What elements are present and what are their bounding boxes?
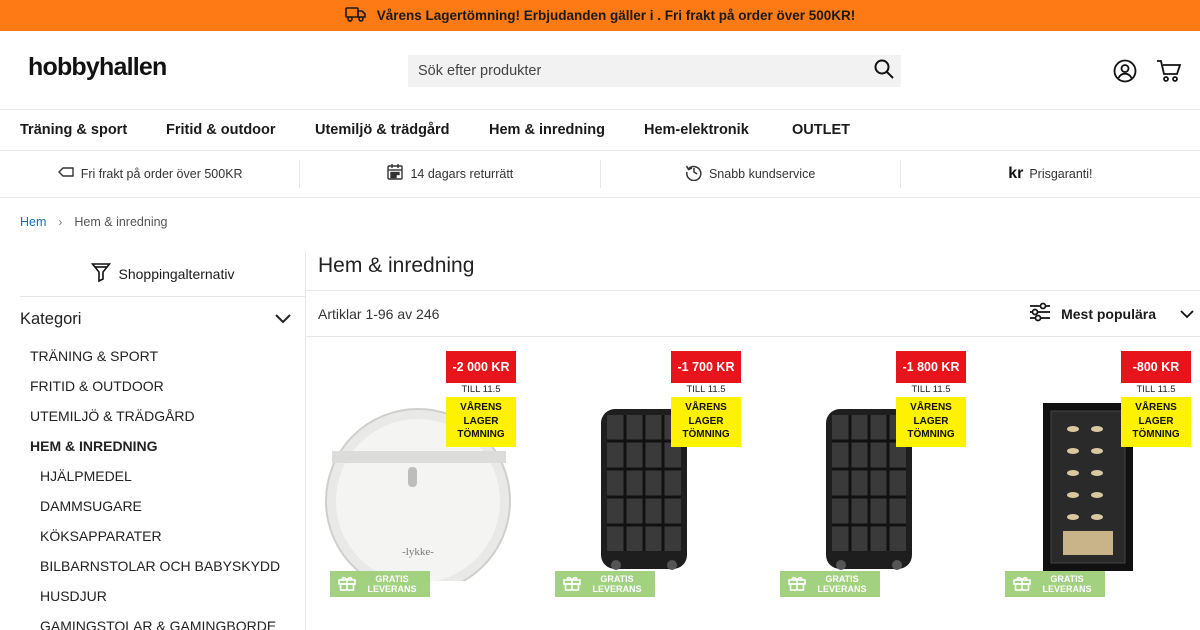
main-nav: Träning & sport Fritid & outdoor Utemilj… <box>0 110 1200 151</box>
search-bar <box>408 55 901 87</box>
price-badge: -800 KR <box>1121 351 1191 383</box>
category-item[interactable]: UTEMILJÖ & TRÄDGÅRD <box>20 401 305 431</box>
cart-icon <box>1156 59 1182 88</box>
valid-until: TILL 11.5 <box>461 384 501 395</box>
nav-fritid-outdoor[interactable]: Fritid & outdoor <box>166 122 276 138</box>
category-heading: Kategori <box>20 309 82 328</box>
truck-icon <box>344 6 367 25</box>
free-delivery-badge: GRATIS LEVERANS <box>330 571 430 597</box>
usp-customer-service: Snabb kundservice <box>601 159 901 188</box>
nav-utemiljo-tradgard[interactable]: Utemiljö & trädgård <box>315 122 450 138</box>
usp-text: Prisgaranti! <box>1029 166 1093 181</box>
chevron-right-icon: › <box>58 215 63 229</box>
category-accordion[interactable]: Kategori <box>20 297 305 341</box>
breadcrumb-home[interactable]: Hem <box>20 215 46 229</box>
site-header: hobbyhallen <box>0 31 1200 110</box>
subcategory-item[interactable]: HJÄLPMEDEL <box>20 461 305 491</box>
usp-returns: 14 dagars returrätt <box>300 159 601 188</box>
valid-until: TILL 11.5 <box>686 384 726 395</box>
promo-sticker: VÅRENS LAGER TÖMNING <box>896 397 966 447</box>
gift-icon <box>1013 575 1031 593</box>
usp-free-shipping: Fri frakt på order över 500KR <box>0 159 301 188</box>
usp-text: Fri frakt på order över 500KR <box>80 166 243 181</box>
usp-bar: Fri frakt på order över 500KR 14 dagars … <box>0 150 1200 198</box>
promo-bar: Vårens Lagertömning! Erbjudanden gäller … <box>0 0 1200 31</box>
search-input[interactable] <box>408 55 867 87</box>
free-delivery-badge: GRATIS LEVERANS <box>1005 571 1105 597</box>
shopping-options-toggle[interactable]: Shoppingalternativ <box>20 251 305 297</box>
usp-text: Snabb kundservice <box>708 166 816 181</box>
history-icon <box>685 163 703 184</box>
sort-label: Mest populära <box>1061 305 1156 322</box>
sort-dropdown[interactable]: Mest populära <box>1029 302 1200 325</box>
product-grid: -lykke- -2 000 KR TILL 11.5 VÅRENS LAGER T… <box>306 337 1200 630</box>
price-badge: -1 700 KR <box>671 351 741 383</box>
subcategory-item[interactable]: DAMMSUGARE <box>20 491 305 521</box>
chevron-down-icon <box>1180 306 1194 322</box>
nav-training-sport[interactable]: Träning & sport <box>20 122 127 138</box>
kr-icon: kr <box>1008 164 1024 182</box>
promo-sticker: VÅRENS LAGER TÖMNING <box>671 397 741 447</box>
user-icon <box>1113 59 1137 88</box>
svg-text:-lykke-: -lykke- <box>402 546 434 558</box>
promo-text: Vårens Lagertömning! Erbjudanden gäller … <box>376 8 856 23</box>
breadcrumb: Hem › Hem & inredning <box>20 215 168 229</box>
page-title: Hem & inredning <box>306 251 1200 291</box>
product-card[interactable]: -lykke- -2 000 KR TILL 11.5 VÅRENS LAGER T… <box>318 351 528 599</box>
promo-sticker: VÅRENS LAGER TÖMNING <box>446 397 516 447</box>
gift-icon <box>563 575 581 593</box>
filter-icon <box>90 262 111 285</box>
site-logo[interactable]: hobbyhallen <box>28 53 167 82</box>
product-card[interactable]: -1 800 KR TILL 11.5 VÅRENS LAGER TÖMNING G… <box>768 351 978 599</box>
calendar-icon <box>386 163 404 184</box>
sliders-icon <box>1029 302 1051 325</box>
valid-until: TILL 11.5 <box>911 384 951 395</box>
chevron-down-icon <box>275 310 291 329</box>
category-list: TRÄNING & SPORT FRITID & OUTDOOR UTEMILJ… <box>20 341 305 630</box>
promo-sticker: VÅRENS LAGER TÖMNING <box>1121 397 1191 447</box>
free-delivery-badge: GRATIS LEVERANS <box>780 571 880 597</box>
sidebar: Shoppingalternativ Kategori TRÄNING & SP… <box>20 251 306 630</box>
shopping-options-label: Shoppingalternativ <box>118 265 235 282</box>
usp-text: 14 dagars returrätt <box>410 166 514 181</box>
subcategory-item[interactable]: HUSDJUR <box>20 581 305 611</box>
nav-hem-elektronik[interactable]: Hem-elektronik <box>644 122 749 138</box>
nav-outlet[interactable]: OUTLET <box>792 122 850 138</box>
breadcrumb-current: Hem & inredning <box>74 215 168 229</box>
category-item[interactable]: FRITID & OUTDOOR <box>20 371 305 401</box>
tag-icon <box>57 163 75 184</box>
price-badge: -2 000 KR <box>446 351 516 383</box>
main-content: Hem & inredning Artiklar 1-96 av 246 Mes… <box>306 251 1200 630</box>
account-button[interactable] <box>1112 59 1138 88</box>
category-item-active[interactable]: HEM & INREDNING <box>20 431 305 461</box>
search-button[interactable] <box>867 55 901 87</box>
usp-price-guarantee: kr Prisgaranti! <box>901 160 1200 188</box>
product-card[interactable]: -800 KR TILL 11.5 VÅRENS LAGER TÖMNING GRA… <box>993 351 1200 599</box>
gift-icon <box>788 575 806 593</box>
subcategory-item[interactable]: GAMINGSTOLAR & GAMINGBORDE <box>20 611 305 630</box>
listing-toolbar: Artiklar 1-96 av 246 Mest populära <box>306 291 1200 337</box>
subcategory-item[interactable]: BILBARNSTOLAR OCH BABYSKYDD <box>20 551 305 581</box>
gift-icon <box>338 575 356 593</box>
product-card[interactable]: -1 700 KR TILL 11.5 VÅRENS LAGER TÖMNING G… <box>543 351 753 599</box>
category-item[interactable]: TRÄNING & SPORT <box>20 341 305 371</box>
item-count: Artiklar 1-96 av 246 <box>318 305 440 322</box>
cart-button[interactable] <box>1156 59 1182 88</box>
search-icon <box>874 59 894 84</box>
nav-hem-inredning[interactable]: Hem & inredning <box>489 122 605 138</box>
subcategory-item[interactable]: KÖKSAPPARATER <box>20 521 305 551</box>
free-delivery-badge: GRATIS LEVERANS <box>555 571 655 597</box>
price-badge: -1 800 KR <box>896 351 966 383</box>
valid-until: TILL 11.5 <box>1136 384 1176 395</box>
